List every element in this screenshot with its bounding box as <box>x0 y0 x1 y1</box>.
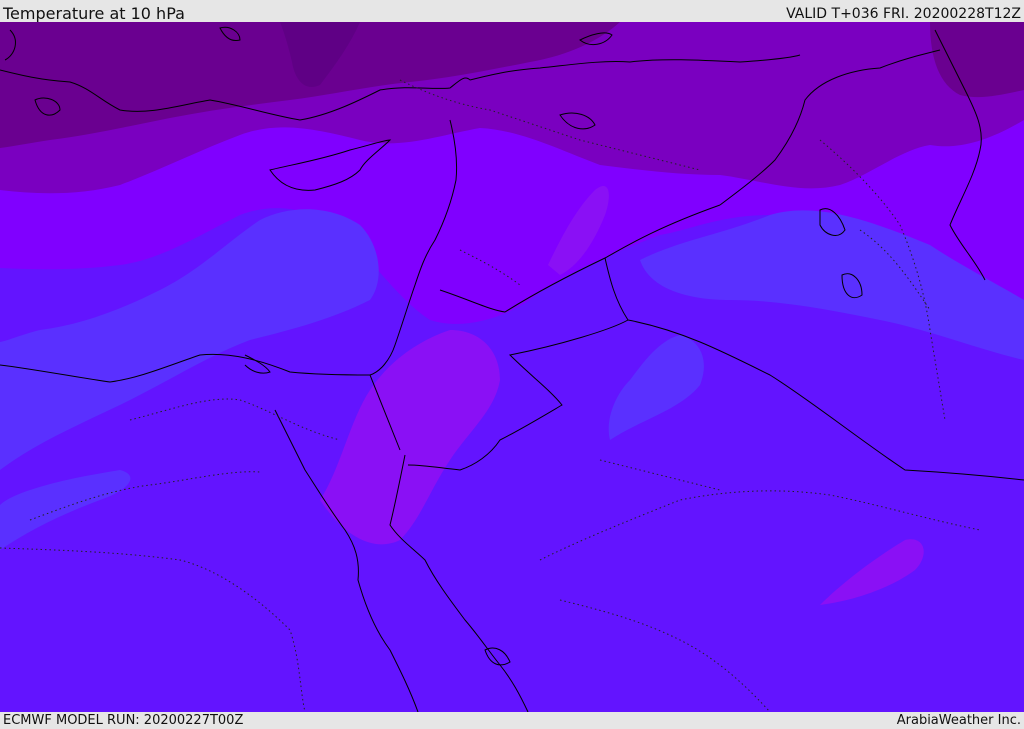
map-title: Temperature at 10 hPa <box>3 4 185 23</box>
map-svg <box>0 22 1024 712</box>
model-run: ECMWF MODEL RUN: 20200227T00Z <box>3 713 244 728</box>
footer-bar: ECMWF MODEL RUN: 20200227T00Z ArabiaWeat… <box>0 712 1024 729</box>
header-bar: Temperature at 10 hPa VALID T+036 FRI. 2… <box>0 0 1024 23</box>
temperature-map[interactable] <box>0 22 1024 712</box>
credit-text: ArabiaWeather Inc. <box>896 713 1021 728</box>
valid-time: VALID T+036 FRI. 20200228T12Z <box>786 6 1021 22</box>
